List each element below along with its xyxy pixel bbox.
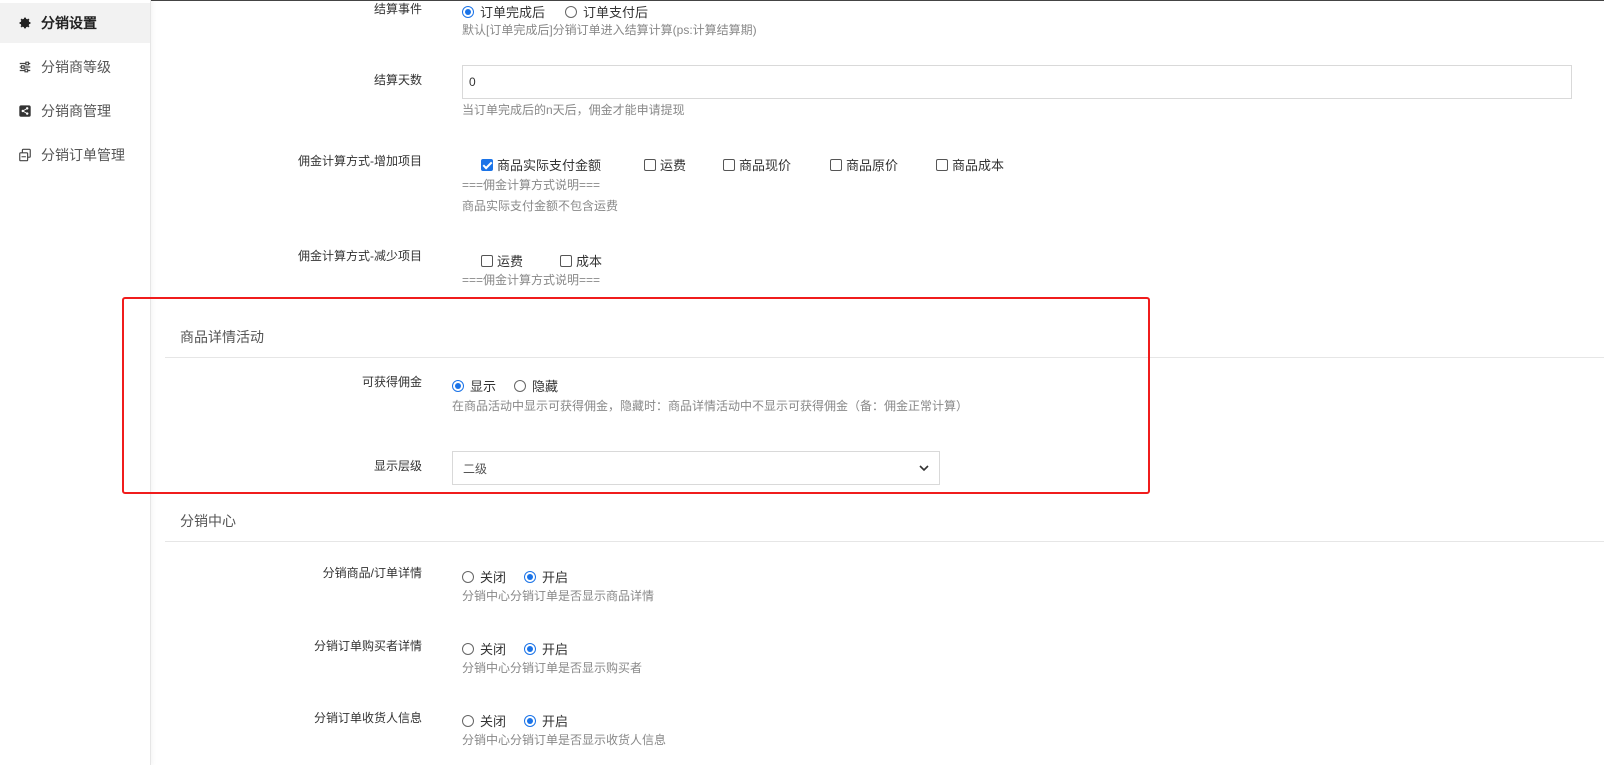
settle-event-help: 默认[订单完成后]分销订单进入结算计算(ps:计算结算期) [462, 23, 757, 37]
sidebar-item-label: 分销商等级 [41, 59, 111, 75]
checkbox-icon [481, 158, 493, 171]
commission-add-help: 商品实际支付金额不包含运费 [462, 199, 619, 213]
commission-sub-help: ===佣金计算方式说明=== [462, 273, 601, 287]
option-label: 关闭 [480, 570, 507, 585]
radio-icon [524, 642, 536, 655]
sidebar-item-label: 分销商管理 [41, 103, 111, 119]
radio-icon [462, 570, 474, 583]
commission-add-option-original-price[interactable]: 商品原价 [830, 155, 898, 174]
commission-add-option-shipping[interactable]: 运费 [644, 155, 686, 174]
sidebar-item-distributor-levels[interactable]: 分销商等级 [0, 47, 150, 87]
checkbox-icon [936, 158, 948, 171]
settle-days-input[interactable]: 0 [462, 65, 1572, 99]
radio-icon [524, 570, 536, 583]
settle-event-label: 结算事件 [373, 2, 422, 16]
center-row-receiver-help: 分销中心分销订单是否显示收货人信息 [462, 733, 667, 747]
radio-icon [462, 642, 474, 655]
share-icon [17, 103, 33, 119]
center-row-product-detail-help: 分销中心分销订单是否显示商品详情 [462, 589, 655, 603]
option-label: 商品现价 [739, 158, 792, 173]
checkbox-icon [644, 158, 656, 171]
checkbox-icon [481, 254, 493, 267]
settle-days-help: 当订单完成后的n天后，佣金才能申请提现 [462, 103, 685, 117]
settle-days-value: 0 [469, 75, 476, 89]
center-row-product-detail-label: 分销商品/订单详情 [322, 566, 422, 580]
center-row-buyer-help: 分销中心分销订单是否显示购买者 [462, 661, 643, 675]
commission-sub-label: 佣金计算方式-减少项目 [298, 249, 422, 263]
option-label: 商品原价 [846, 158, 899, 173]
radio-icon [462, 714, 474, 727]
center-row-buyer-off[interactable]: 关闭 [462, 639, 506, 658]
section-title-distribution-center: 分销中心 [180, 513, 236, 529]
commission-add-help-title: ===佣金计算方式说明=== [462, 178, 601, 192]
option-label: 运费 [497, 254, 524, 269]
center-row-buyer-on[interactable]: 开启 [524, 639, 568, 658]
commission-add-option-actual-payment[interactable]: 商品实际支付金额 [481, 155, 601, 174]
center-row-product-detail-off[interactable]: 关闭 [462, 567, 506, 586]
option-label: 商品成本 [952, 158, 1005, 173]
option-label: 成本 [576, 254, 603, 269]
radio-icon [462, 5, 474, 18]
commission-sub-option-cost[interactable]: 成本 [560, 251, 602, 270]
center-row-product-detail-on[interactable]: 开启 [524, 567, 568, 586]
sidebar-item-distribution-orders[interactable]: 分销订单管理 [0, 135, 150, 175]
order-copy-icon [17, 147, 33, 163]
option-label: 商品实际支付金额 [497, 158, 602, 173]
highlight-box [122, 297, 1150, 494]
sidebar-item-label: 分销设置 [41, 15, 97, 31]
radio-icon [524, 714, 536, 727]
sliders-icon [17, 59, 33, 75]
sidebar-item-distribution-settings[interactable]: 分销设置 [0, 3, 150, 43]
commission-add-label: 佣金计算方式-增加项目 [298, 154, 422, 168]
section-divider [165, 541, 1604, 542]
commission-add-option-cost[interactable]: 商品成本 [936, 155, 1004, 174]
sidebar-item-label: 分销订单管理 [41, 147, 125, 163]
option-label: 关闭 [480, 714, 507, 729]
option-label: 开启 [542, 714, 569, 729]
center-row-receiver-off[interactable]: 关闭 [462, 711, 506, 730]
settle-event-option-paid[interactable]: 订单支付后 [565, 2, 648, 21]
checkbox-icon [830, 158, 842, 171]
settle-event-option-complete[interactable]: 订单完成后 [462, 2, 545, 21]
settle-days-label: 结算天数 [373, 73, 422, 87]
option-label: 运费 [660, 158, 687, 173]
radio-icon [565, 5, 577, 18]
option-label: 开启 [542, 642, 569, 657]
commission-add-option-current-price[interactable]: 商品现价 [723, 155, 791, 174]
option-label: 订单支付后 [583, 5, 649, 20]
option-label: 开启 [542, 570, 569, 585]
checkbox-icon [560, 254, 572, 267]
center-row-buyer-label: 分销订单购买者详情 [313, 639, 422, 653]
center-row-receiver-label: 分销订单收货人信息 [313, 711, 422, 725]
option-label: 关闭 [480, 642, 507, 657]
commission-sub-option-shipping[interactable]: 运费 [481, 251, 523, 270]
center-row-receiver-on[interactable]: 开启 [524, 711, 568, 730]
option-label: 订单完成后 [480, 5, 546, 20]
sidebar-item-distributor-management[interactable]: 分销商管理 [0, 91, 150, 131]
gear-icon [17, 15, 33, 31]
checkbox-icon [723, 158, 735, 171]
